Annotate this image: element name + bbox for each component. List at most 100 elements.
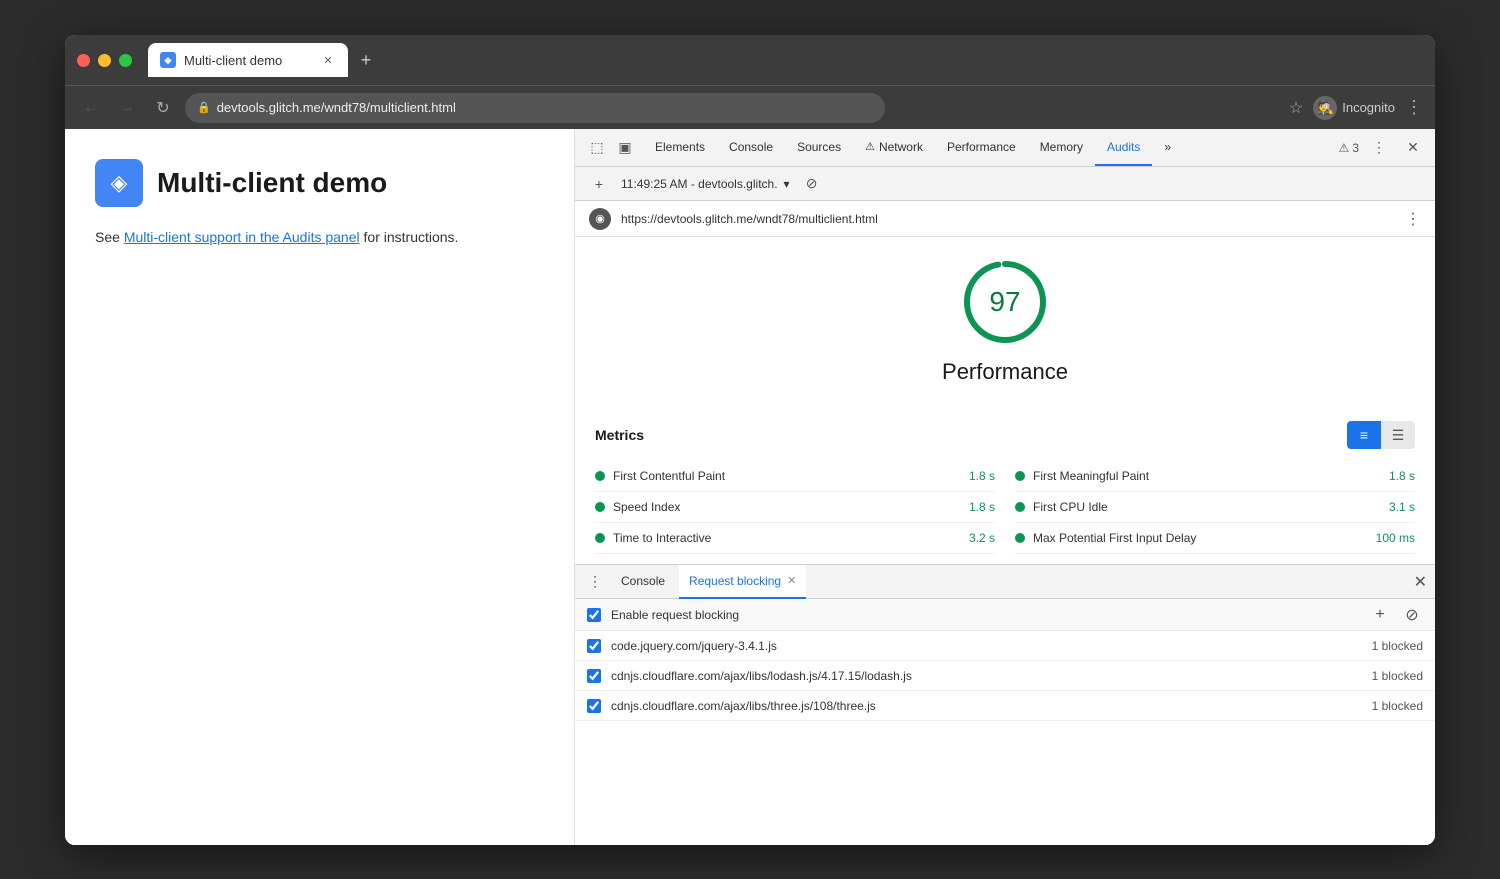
audit-url-row: ◉ https://devtools.glitch.me/wndt78/mult…	[575, 201, 1435, 237]
score-circle: 97	[960, 257, 1050, 347]
metric-value-fmp: 1.8 s	[1389, 469, 1415, 483]
metric-value-fcp: 1.8 s	[969, 469, 995, 483]
tab-sources[interactable]: Sources	[785, 129, 853, 166]
bottom-panel: ⋮ Console Request blocking ✕ ✕ Enable re…	[575, 564, 1435, 845]
content-area: ◈ Multi-client demo See Multi-client sup…	[65, 129, 1435, 845]
url-text: devtools.glitch.me/wndt78/multiclient.ht…	[217, 100, 456, 115]
star-icon[interactable]: ☆	[1289, 98, 1303, 118]
lock-icon: 🔒	[197, 101, 211, 114]
request-blocking-close[interactable]: ✕	[787, 574, 796, 587]
metric-name-si: Speed Index	[613, 500, 961, 514]
desc-text: See	[95, 229, 124, 245]
metric-name-mpfid: Max Potential First Input Delay	[1033, 531, 1368, 545]
devtools-close-button[interactable]: ✕	[1399, 134, 1427, 162]
metric-name-fcp: First Contentful Paint	[613, 469, 961, 483]
devtools-panel: ⬚ ▣ Elements Console Sources ⚠ Network P…	[575, 129, 1435, 845]
devtools-tabs: Elements Console Sources ⚠ Network Perfo…	[643, 129, 1183, 166]
devtools-toolbar: ⬚ ▣ Elements Console Sources ⚠ Network P…	[575, 129, 1435, 167]
blocked-item-2-checkbox[interactable]	[587, 669, 601, 683]
tab-close-button[interactable]: ✕	[320, 52, 336, 68]
close-traffic-light[interactable]	[77, 54, 90, 67]
bottom-tab-console[interactable]: Console	[611, 565, 675, 599]
devtools-subtoolbar: + 11:49:25 AM - devtools.glitch. ▾ ⊘	[575, 167, 1435, 201]
menu-icon[interactable]: ⋮	[1405, 97, 1423, 118]
reload-button[interactable]: ↻	[149, 94, 177, 122]
incognito-label: Incognito	[1342, 100, 1395, 115]
incognito-badge: 🕵 Incognito	[1313, 96, 1395, 120]
blocked-item-3: cdnjs.cloudflare.com/ajax/libs/three.js/…	[575, 691, 1435, 721]
browser-window: ◈ Multi-client demo ✕ + ← → ↻ 🔒 devtools…	[65, 35, 1435, 845]
audit-session-selector[interactable]: 11:49:25 AM - devtools.glitch. ▾	[621, 177, 790, 191]
enable-request-blocking-label: Enable request blocking	[611, 608, 1359, 622]
metric-name-fmp: First Meaningful Paint	[1033, 469, 1381, 483]
blocked-item-2-url: cdnjs.cloudflare.com/ajax/libs/lodash.js…	[611, 669, 1362, 683]
audits-link[interactable]: Multi-client support in the Audits panel	[124, 229, 360, 245]
browser-tab[interactable]: ◈ Multi-client demo ✕	[148, 43, 348, 77]
audit-more-button[interactable]: ⋮	[1405, 209, 1421, 229]
tab-more[interactable]: »	[1152, 129, 1183, 166]
grid-view-button[interactable]: ☰	[1381, 421, 1415, 449]
metric-mpfid: Max Potential First Input Delay 100 ms	[1015, 523, 1415, 554]
metric-dot-si	[595, 502, 605, 512]
minimize-traffic-light[interactable]	[98, 54, 111, 67]
blocked-item-2: cdnjs.cloudflare.com/ajax/libs/lodash.js…	[575, 661, 1435, 691]
clear-patterns-button[interactable]: ⊘	[1401, 604, 1423, 626]
metric-value-fci: 3.1 s	[1389, 500, 1415, 514]
metric-dot-mpfid	[1015, 533, 1025, 543]
request-blocking-label: Request blocking	[689, 574, 781, 588]
enable-request-blocking-checkbox[interactable]	[587, 608, 601, 622]
bottom-tab-menu-button[interactable]: ⋮	[583, 570, 607, 594]
tab-audits[interactable]: Audits	[1095, 129, 1152, 166]
metrics-left-col: First Contentful Paint 1.8 s Speed Index…	[595, 461, 995, 554]
warning-icon: ⚠	[1339, 141, 1350, 155]
tab-title: Multi-client demo	[184, 53, 282, 68]
bottom-panel-close-button[interactable]: ✕	[1414, 572, 1427, 592]
enable-request-blocking-header: Enable request blocking + ⊘	[575, 599, 1435, 631]
score-label: Performance	[942, 359, 1068, 385]
metric-si: Speed Index 1.8 s	[595, 492, 995, 523]
tab-favicon: ◈	[160, 52, 176, 68]
title-bar: ◈ Multi-client demo ✕ +	[65, 35, 1435, 85]
page-header: ◈ Multi-client demo	[95, 159, 544, 207]
metric-tti: Time to Interactive 3.2 s	[595, 523, 995, 554]
view-toggle: ≡ ☰	[1347, 421, 1415, 449]
metric-dot-tti	[595, 533, 605, 543]
warning-count: 3	[1352, 141, 1359, 155]
device-toggle-button[interactable]: ▣	[611, 134, 639, 162]
metric-dot-fmp	[1015, 471, 1025, 481]
page-description: See Multi-client support in the Audits p…	[95, 227, 544, 248]
maximize-traffic-light[interactable]	[119, 54, 132, 67]
metric-fmp: First Meaningful Paint 1.8 s	[1015, 461, 1415, 492]
tab-console[interactable]: Console	[717, 129, 785, 166]
incognito-icon: 🕵	[1313, 96, 1337, 120]
inspect-element-button[interactable]: ⬚	[583, 134, 611, 162]
list-view-button[interactable]: ≡	[1347, 421, 1381, 449]
audit-settings-button[interactable]: ⊘	[798, 170, 826, 198]
blocked-item-1-checkbox[interactable]	[587, 639, 601, 653]
blocked-item-3-status: 1 blocked	[1372, 699, 1423, 713]
traffic-lights	[77, 54, 132, 67]
network-warning-icon: ⚠	[865, 140, 875, 153]
bottom-tab-request-blocking[interactable]: Request blocking ✕	[679, 565, 806, 599]
address-bar: ← → ↻ 🔒 devtools.glitch.me/wndt78/multic…	[65, 85, 1435, 129]
metrics-title: Metrics	[595, 427, 1347, 443]
new-audit-button[interactable]: +	[585, 170, 613, 198]
forward-button[interactable]: →	[113, 94, 141, 122]
url-bar[interactable]: 🔒 devtools.glitch.me/wndt78/multiclient.…	[185, 93, 885, 123]
webpage-content: ◈ Multi-client demo See Multi-client sup…	[65, 129, 575, 845]
new-tab-button[interactable]: +	[352, 46, 380, 74]
metric-fcp: First Contentful Paint 1.8 s	[595, 461, 995, 492]
blocked-item-3-checkbox[interactable]	[587, 699, 601, 713]
tab-performance[interactable]: Performance	[935, 129, 1028, 166]
desc-suffix: for instructions.	[360, 229, 459, 245]
tab-bar: ◈ Multi-client demo ✕ +	[148, 43, 1423, 77]
devtools-more-button[interactable]: ⋮	[1365, 134, 1393, 162]
blocked-item-1-status: 1 blocked	[1372, 639, 1423, 653]
blocked-item-3-url: cdnjs.cloudflare.com/ajax/libs/three.js/…	[611, 699, 1362, 713]
tab-memory[interactable]: Memory	[1028, 129, 1095, 166]
back-button[interactable]: ←	[77, 94, 105, 122]
tab-elements[interactable]: Elements	[643, 129, 717, 166]
metric-fci: First CPU Idle 3.1 s	[1015, 492, 1415, 523]
add-pattern-button[interactable]: +	[1369, 604, 1391, 626]
tab-network[interactable]: ⚠ Network	[853, 129, 935, 166]
